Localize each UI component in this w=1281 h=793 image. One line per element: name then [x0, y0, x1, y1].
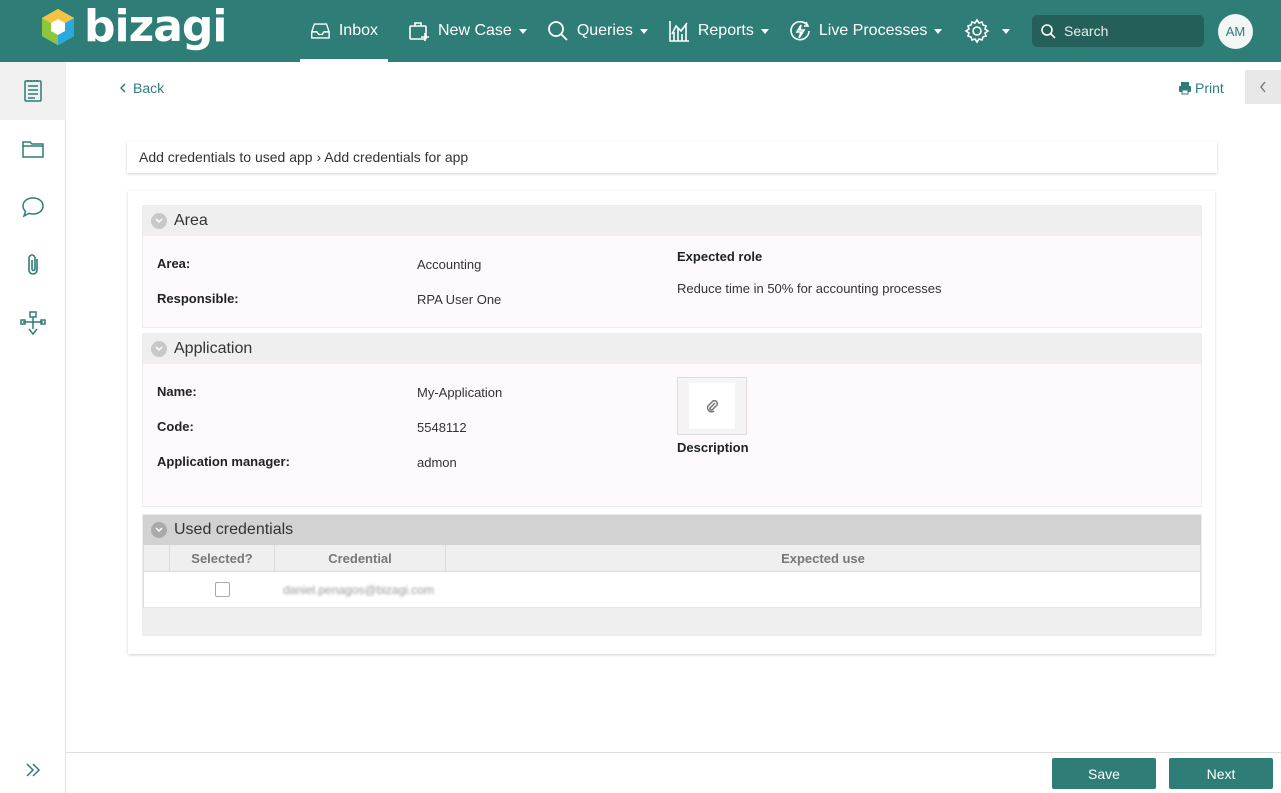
chevron-down-icon — [151, 341, 167, 357]
chart-icon — [669, 21, 689, 42]
nav-new-case[interactable]: New Case — [398, 0, 537, 62]
nav-queries[interactable]: Queries — [537, 0, 658, 62]
sidebar-item-form[interactable] — [0, 62, 66, 120]
selected-checkbox[interactable] — [215, 582, 230, 597]
nav-reports[interactable]: Reports — [658, 0, 779, 62]
chevron-down-icon — [151, 522, 167, 538]
gear-icon — [964, 18, 990, 44]
printer-icon — [1179, 82, 1191, 95]
grid-header: Selected? Credential Expected use — [144, 545, 1200, 572]
workflow-icon — [20, 311, 46, 336]
app-code-value: 5548112 — [417, 420, 467, 435]
app-name-label: Name: — [157, 384, 197, 399]
app-code-label: Code: — [157, 419, 194, 434]
chevron-down-icon — [1002, 28, 1011, 34]
attachment-icon — [28, 254, 38, 275]
magnifier-icon — [547, 21, 568, 41]
chevron-down-icon — [639, 28, 648, 34]
form-icon — [24, 80, 42, 102]
bizagi-logo-icon — [42, 9, 74, 45]
nav-live-processes[interactable]: Live Processes — [779, 0, 953, 62]
sidebar-item-attachments[interactable] — [0, 236, 66, 294]
print-link[interactable]: Print — [1178, 80, 1224, 96]
inbox-icon — [311, 23, 330, 39]
bizagi-logo[interactable]: bizagi — [40, 1, 227, 52]
credentials-group: Used credentials Selected? Credential Ex… — [142, 514, 1202, 636]
collapse-panel-button[interactable] — [1245, 70, 1281, 104]
area-group-header[interactable]: Area — [143, 206, 1201, 236]
expected-role-value: Reduce time in 50% for accounting proces… — [677, 281, 942, 296]
responsible-label: Responsible: — [157, 291, 239, 306]
area-group-title: Area — [174, 212, 208, 229]
description-upload[interactable] — [677, 377, 747, 435]
case-form: Area Area: Accounting Responsible: RPA U… — [128, 191, 1215, 654]
credentials-group-title: Used credentials — [174, 521, 294, 538]
column-header-credential[interactable]: Credential — [275, 545, 446, 571]
new-case-icon — [409, 22, 429, 41]
folder-icon — [22, 141, 44, 158]
sidebar-item-workflow[interactable] — [0, 294, 66, 352]
nav-reports-label: Reports — [697, 22, 754, 39]
app-name-value: My-Application — [417, 385, 503, 400]
back-link[interactable]: Back — [118, 80, 164, 96]
save-button[interactable]: Save — [1052, 758, 1156, 789]
chevron-down-icon — [934, 28, 943, 34]
next-button[interactable]: Next — [1169, 758, 1273, 789]
left-sidebar — [0, 62, 66, 793]
chevron-down-icon — [518, 28, 527, 34]
print-label: Print — [1195, 80, 1224, 96]
description-label: Description — [677, 440, 749, 455]
sidebar-item-comments[interactable] — [0, 178, 66, 236]
table-row: daniel.penagos@bizagi.com — [144, 572, 1200, 608]
chevron-left-icon — [1260, 81, 1266, 93]
brand-name: bizagi — [84, 1, 227, 52]
nav-settings[interactable] — [954, 0, 1020, 62]
column-header-selected[interactable]: Selected? — [170, 545, 275, 571]
credentials-group-header[interactable]: Used credentials — [143, 515, 1201, 545]
search-input[interactable] — [1064, 23, 1194, 39]
nav-queries-label: Queries — [576, 22, 633, 39]
comment-icon — [22, 197, 44, 218]
chevron-left-icon — [120, 83, 126, 93]
double-chevron-right-icon — [26, 763, 41, 777]
breadcrumb: Add credentials to used app › Add creden… — [127, 141, 1217, 173]
area-label: Area: — [157, 256, 191, 271]
lightning-circle-icon — [790, 20, 810, 41]
expected-role-label: Expected role — [677, 249, 763, 264]
sidebar-expand-button[interactable] — [24, 762, 42, 783]
main-nav: Inbox New Case Queries Reports Live Proc… — [300, 0, 1020, 62]
nav-live-processes-label: Live Processes — [818, 22, 928, 39]
nav-new-case-label: New Case — [438, 22, 512, 39]
nav-inbox-label: Inbox — [338, 22, 378, 39]
credential-value: daniel.penagos@bizagi.com — [283, 582, 434, 597]
app-manager-label: Application manager: — [157, 454, 290, 469]
application-group-header[interactable]: Application — [143, 334, 1201, 364]
user-avatar[interactable]: AM — [1218, 14, 1253, 49]
column-header-expected-use[interactable]: Expected use — [446, 545, 1200, 571]
area-group: Area Area: Accounting Responsible: RPA U… — [142, 205, 1202, 328]
form-footer: Save Next — [66, 752, 1281, 793]
app-manager-value: admon — [417, 455, 457, 470]
chevron-down-icon — [151, 213, 167, 229]
breadcrumb-text: Add credentials to used app › Add creden… — [139, 149, 469, 165]
top-navigation-bar: bizagi Inbox New Case Queries Reports Li… — [0, 0, 1281, 62]
responsible-value: RPA User One — [417, 292, 502, 307]
chevron-down-icon — [760, 28, 769, 34]
back-label: Back — [133, 80, 165, 96]
nav-inbox[interactable]: Inbox — [300, 0, 388, 62]
sidebar-item-folder[interactable] — [0, 120, 66, 178]
application-group-title: Application — [174, 340, 253, 357]
search-box[interactable] — [1032, 15, 1204, 47]
application-group: Application Name: My-Application Code: 5… — [142, 333, 1202, 507]
search-icon — [1041, 23, 1056, 39]
paperclip-icon — [706, 399, 719, 413]
credentials-grid: Selected? Credential Expected use daniel… — [143, 545, 1201, 608]
area-value: Accounting — [417, 257, 482, 272]
